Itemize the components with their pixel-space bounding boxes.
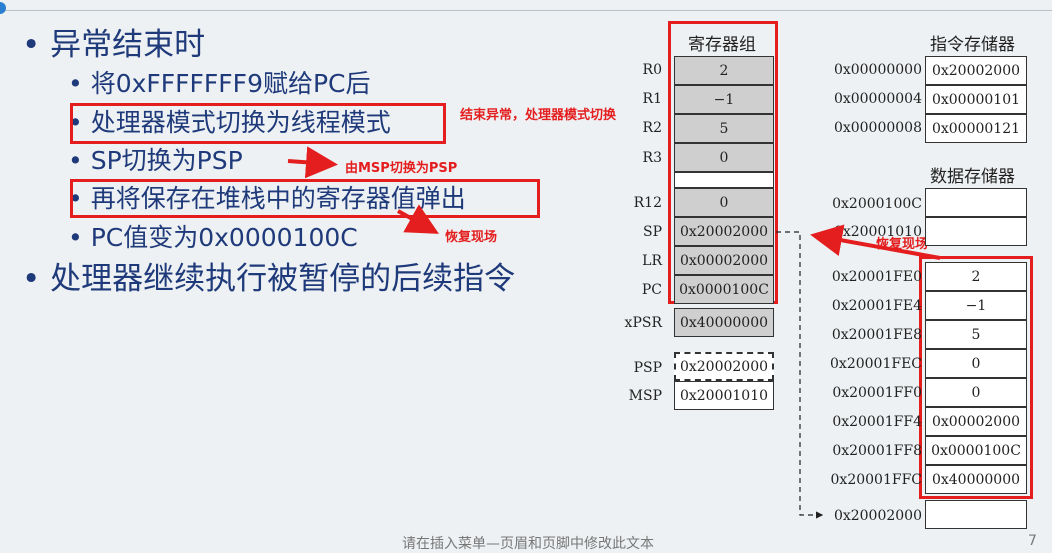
footer-text: 请在插入菜单—页眉和页脚中修改此文本 bbox=[402, 536, 654, 552]
arrow-restore-left bbox=[397, 204, 439, 234]
page-number: 7 bbox=[1028, 533, 1037, 549]
arrows-overlay bbox=[287, 146, 941, 519]
arrow-sp-switch bbox=[287, 146, 338, 179]
sp-dashed-connector bbox=[776, 231, 824, 519]
arrow-restore-right bbox=[810, 224, 941, 260]
